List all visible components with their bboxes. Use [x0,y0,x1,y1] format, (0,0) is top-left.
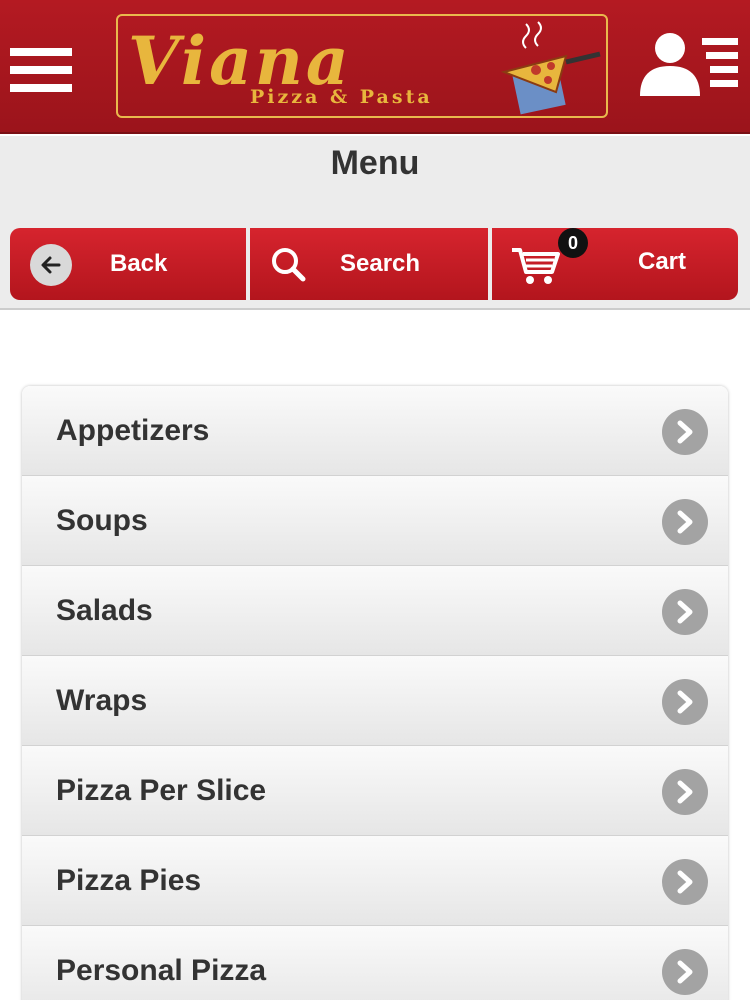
cart-button[interactable]: 0 Cart [492,228,738,300]
menu-category-list: Appetizers Soups Salads Wraps Pizza Per … [22,386,728,1000]
menu-item-wraps[interactable]: Wraps [22,656,728,746]
brand-logo[interactable]: Viana Pizza & Pasta [116,14,608,118]
page-title: Menu [330,144,420,182]
menu-item-soups[interactable]: Soups [22,476,728,566]
chevron-right-icon [662,409,708,455]
search-label: Search [340,250,421,277]
app-header: Viana Pizza & Pasta [0,0,750,134]
chevron-right-icon [662,499,708,545]
hamburger-icon[interactable] [10,48,72,92]
search-icon [272,248,306,282]
menu-item-label: Appetizers [56,414,210,447]
cart-label: Cart [638,248,687,275]
menu-item-label: Pizza Per Slice [56,774,267,807]
menu-item-label: Pizza Pies [56,864,202,897]
cart-icon [512,248,560,284]
chevron-right-icon [662,949,708,995]
menu-item-salads[interactable]: Salads [22,566,728,656]
menu-item-label: Personal Pizza [56,954,267,987]
user-list-icon [640,33,738,96]
menu-item-pizza-pies[interactable]: Pizza Pies [22,836,728,926]
title-bar: Menu Back Search 0 Cart [0,136,750,310]
menu-item-label: Salads [56,594,153,627]
chevron-right-icon [662,859,708,905]
menu-item-label: Wraps [56,684,148,717]
pizza-slice-icon [500,21,601,115]
search-button[interactable]: Search [250,228,488,300]
cart-count-badge: 0 [558,228,588,258]
back-button[interactable]: Back [10,228,246,300]
arrow-left-icon [30,244,72,286]
chevron-right-icon [662,679,708,725]
back-label: Back [110,250,168,277]
chevron-right-icon [662,769,708,815]
menu-item-pizza-per-slice[interactable]: Pizza Per Slice [22,746,728,836]
menu-item-appetizers[interactable]: Appetizers [22,386,728,476]
chevron-right-icon [662,589,708,635]
account-menu-button[interactable] [640,32,740,98]
menu-item-label: Soups [56,504,148,537]
menu-item-personal-pizza[interactable]: Personal Pizza [22,926,728,1000]
